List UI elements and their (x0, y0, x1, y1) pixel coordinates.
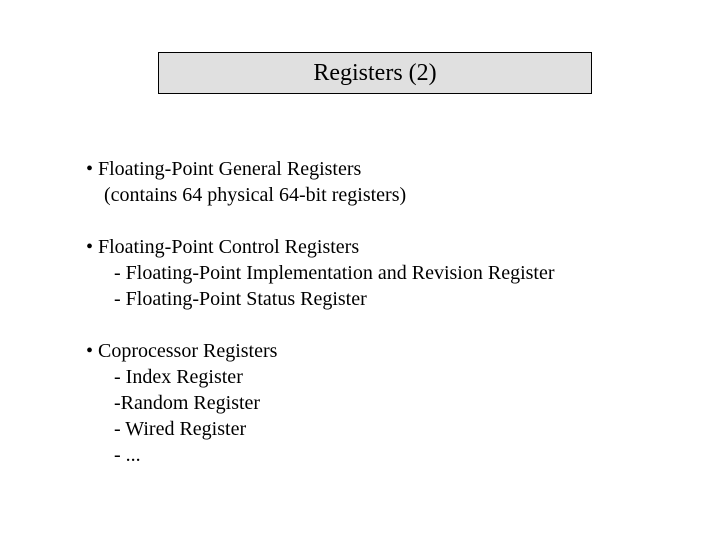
sub-text: -Random Register (86, 390, 660, 416)
slide-title: Registers (2) (313, 60, 436, 87)
bullet-text: • Floating-Point General Registers (86, 156, 660, 182)
slide-content: • Floating-Point General Registers (cont… (86, 156, 660, 494)
slide: Registers (2) • Floating-Point General R… (0, 0, 720, 540)
list-item: • Coprocessor Registers - Index Register… (86, 338, 660, 468)
bullet-text: • Floating-Point Control Registers (86, 234, 660, 260)
sub-text: - Wired Register (86, 416, 660, 442)
list-item: • Floating-Point Control Registers - Flo… (86, 234, 660, 312)
sub-text: - Floating-Point Status Register (86, 286, 660, 312)
sub-text: - Floating-Point Implementation and Revi… (86, 260, 660, 286)
sub-text: - ... (86, 442, 660, 468)
slide-title-box: Registers (2) (158, 52, 592, 94)
sub-text: - Index Register (86, 364, 660, 390)
sub-text: (contains 64 physical 64-bit registers) (86, 182, 660, 208)
bullet-text: • Coprocessor Registers (86, 338, 660, 364)
list-item: • Floating-Point General Registers (cont… (86, 156, 660, 208)
